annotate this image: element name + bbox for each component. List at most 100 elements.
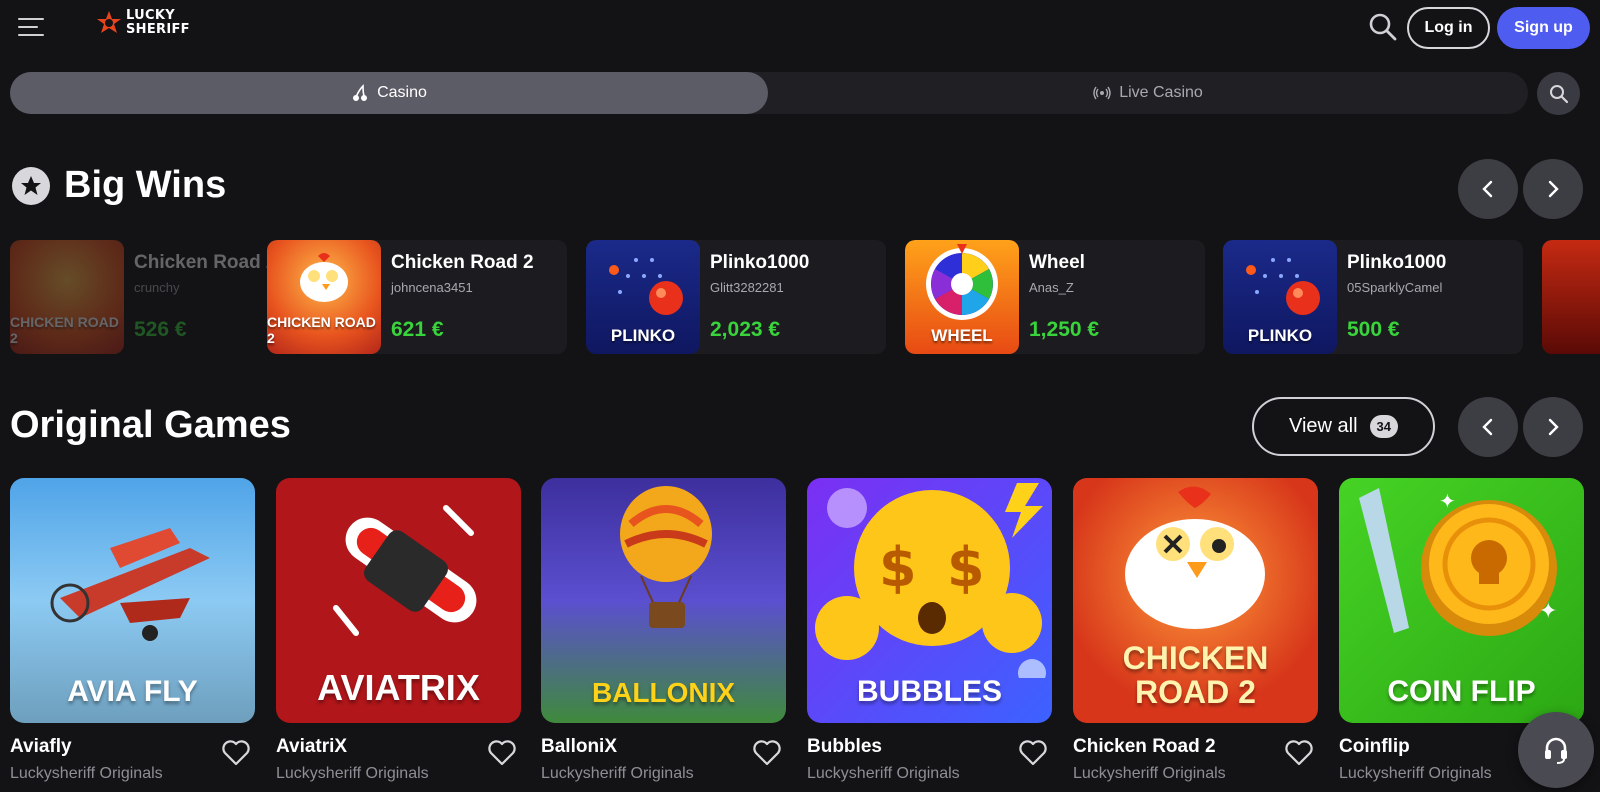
chevron-right-icon bbox=[1548, 180, 1559, 198]
big-wins-next-button[interactable] bbox=[1523, 159, 1583, 219]
win-username: Glitt3282281 bbox=[710, 280, 784, 295]
win-amount: 500 € bbox=[1347, 318, 1400, 341]
support-chat-button[interactable] bbox=[1518, 712, 1594, 788]
win-amount: 1,250 € bbox=[1029, 318, 1100, 341]
menu-icon[interactable] bbox=[18, 18, 44, 38]
big-wins-title: Big Wins bbox=[64, 164, 227, 206]
favorite-heart-icon[interactable] bbox=[1019, 740, 1047, 766]
logo-line2: SHERIFF bbox=[126, 22, 190, 37]
game-art-label: CHICKEN ROAD 2 bbox=[1122, 640, 1269, 710]
game-card[interactable]: CHICKEN ROAD 2 Chicken Road 2 Luckysheri… bbox=[1073, 478, 1318, 782]
game-name: AviatriX bbox=[276, 736, 348, 757]
game-card[interactable]: ✦ ✦ COIN FLIP Coinflip Luckysheriff Orig… bbox=[1339, 478, 1584, 782]
chicken-icon bbox=[300, 253, 348, 302]
big-win-card[interactable]: PLINKO Plinko1000 Glitt3282281 2,023 € bbox=[586, 240, 886, 354]
big-win-card-partial[interactable] bbox=[1542, 240, 1600, 354]
win-game-name: Wheel bbox=[1029, 252, 1085, 273]
svg-text:$: $ bbox=[947, 536, 985, 599]
game-name: Aviafly bbox=[10, 736, 72, 757]
win-amount: 2,023 € bbox=[710, 318, 781, 341]
win-username: crunchy bbox=[134, 280, 180, 295]
win-game-name: Chicken Road 2 bbox=[134, 252, 277, 273]
game-name: Coinflip bbox=[1339, 736, 1410, 757]
game-art-label: COIN FLIP bbox=[1387, 675, 1536, 708]
game-artwork[interactable]: AVIATRIX bbox=[276, 478, 521, 723]
tab-live-casino[interactable]: Live Casino bbox=[768, 72, 1528, 114]
game-provider: Luckysheriff Originals bbox=[541, 765, 694, 782]
big-win-card[interactable]: CHICKEN ROAD 2 Chicken Road 2 crunchy 52… bbox=[10, 240, 310, 354]
game-name: BalloniX bbox=[541, 736, 618, 757]
login-button[interactable]: Log in bbox=[1407, 7, 1490, 49]
favorite-heart-icon[interactable] bbox=[488, 740, 516, 766]
game-artwork[interactable]: $ $ BUBBLES bbox=[807, 478, 1052, 723]
top-header: LUCKY SHERIFF Log in Sign up bbox=[0, 0, 1600, 56]
chevron-left-icon bbox=[1482, 418, 1493, 436]
game-art-label: AVIA FLY bbox=[67, 675, 198, 708]
favorite-heart-icon[interactable] bbox=[1285, 740, 1313, 766]
game-card[interactable]: BALLONIX BalloniX Luckysheriff Originals bbox=[541, 478, 786, 782]
original-games-next-button[interactable] bbox=[1523, 397, 1583, 457]
big-wins-heading: Big Wins bbox=[12, 164, 226, 207]
chicken-icon bbox=[1125, 486, 1265, 629]
game-artwork[interactable]: AVIA FLY bbox=[10, 478, 255, 723]
game-name: Chicken Road 2 bbox=[1073, 736, 1216, 757]
win-username: Anas_Z bbox=[1029, 280, 1074, 295]
svg-text:✦: ✦ bbox=[1539, 599, 1557, 624]
win-game-name: Plinko1000 bbox=[1347, 252, 1447, 273]
big-win-card[interactable]: WHEEL Wheel Anas_Z 1,250 € bbox=[905, 240, 1205, 354]
coin-icon: ✦ ✦ bbox=[1359, 488, 1557, 636]
win-username: 05SparklyCamel bbox=[1347, 280, 1443, 295]
game-artwork[interactable]: ✦ ✦ COIN FLIP bbox=[1339, 478, 1584, 723]
plinko-board-icon bbox=[609, 258, 683, 315]
thumbnail-label: CHICKEN ROAD 2 bbox=[267, 314, 376, 346]
game-art-label: BUBBLES bbox=[856, 675, 1002, 708]
game-name: Bubbles bbox=[807, 736, 882, 757]
view-all-button[interactable]: View all 34 bbox=[1252, 397, 1435, 456]
airplane-icon bbox=[50, 528, 210, 641]
game-card[interactable]: AVIATRIX AviatriX Luckysheriff Originals bbox=[276, 478, 521, 782]
plinko-board-icon bbox=[1246, 258, 1320, 315]
win-amount: 621 € bbox=[391, 318, 444, 341]
signup-button[interactable]: Sign up bbox=[1497, 7, 1590, 49]
big-win-card[interactable]: PLINKO Plinko1000 05SparklyCamel 500 € bbox=[1223, 240, 1523, 354]
win-amount: 526 € bbox=[134, 318, 187, 341]
game-provider: Luckysheriff Originals bbox=[1339, 765, 1492, 782]
game-search-button[interactable] bbox=[1537, 72, 1580, 115]
big-wins-prev-button[interactable] bbox=[1458, 159, 1518, 219]
logo[interactable]: LUCKY SHERIFF bbox=[96, 9, 190, 37]
game-provider: Luckysheriff Originals bbox=[807, 765, 960, 782]
chevron-left-icon bbox=[1482, 180, 1493, 198]
thumbnail-label: CHICKEN ROAD 2 bbox=[10, 314, 119, 346]
star-icon bbox=[12, 166, 50, 205]
tab-casino[interactable]: Casino bbox=[10, 72, 768, 114]
game-card[interactable]: $ $ BUBBLES Bubbles Luckysheriff Origina… bbox=[807, 478, 1052, 782]
logo-line1: LUCKY bbox=[126, 8, 175, 23]
game-provider: Luckysheriff Originals bbox=[10, 765, 163, 782]
cherry-icon bbox=[353, 84, 368, 101]
win-username: johncena3451 bbox=[391, 280, 473, 295]
game-artwork[interactable]: BALLONIX bbox=[541, 478, 786, 723]
svg-text:✦: ✦ bbox=[1439, 489, 1456, 513]
big-win-card[interactable]: CHICKEN ROAD 2 Chicken Road 2 johncena34… bbox=[267, 240, 567, 354]
games-count-badge: 34 bbox=[1369, 415, 1399, 438]
original-games-title: Original Games bbox=[10, 404, 291, 446]
favorite-heart-icon[interactable] bbox=[222, 740, 250, 766]
search-icon[interactable] bbox=[1368, 12, 1398, 42]
wheel-icon bbox=[926, 244, 998, 320]
chevron-right-icon bbox=[1548, 418, 1559, 436]
game-art-label: AVIATRIX bbox=[317, 667, 480, 708]
view-all-label: View all bbox=[1288, 415, 1358, 437]
thumbnail-label: PLINKO bbox=[1247, 326, 1313, 345]
category-tabs: Casino Live Casino bbox=[10, 72, 1528, 114]
tab-casino-label: Casino bbox=[377, 84, 427, 101]
game-thumbnail: PLINKO bbox=[1223, 240, 1337, 354]
game-artwork[interactable]: CHICKEN ROAD 2 bbox=[1073, 478, 1318, 723]
sheriff-star-icon bbox=[97, 11, 121, 33]
game-card[interactable]: AVIA FLY Aviafly Luckysheriff Originals bbox=[10, 478, 255, 782]
game-art-label: BALLONIX bbox=[591, 677, 736, 708]
favorite-heart-icon[interactable] bbox=[753, 740, 781, 766]
game-thumbnail: CHICKEN ROAD 2 bbox=[267, 240, 381, 354]
game-provider: Luckysheriff Originals bbox=[1073, 765, 1226, 782]
win-game-name: Chicken Road 2 bbox=[391, 252, 534, 273]
original-games-prev-button[interactable] bbox=[1458, 397, 1518, 457]
